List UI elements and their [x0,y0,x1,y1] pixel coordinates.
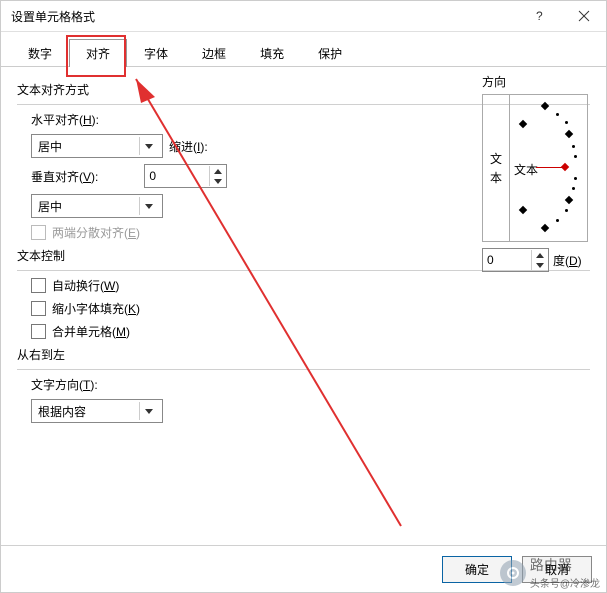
indent-label: 缩进(I): [169,138,208,155]
dial-label: 文本 [514,161,538,178]
close-button[interactable] [562,1,606,31]
indent-input[interactable] [145,166,209,186]
orientation-label: 方向 [482,73,588,90]
vertical-text-button[interactable]: 文 本 [483,95,510,241]
horizontal-align-value: 居中 [38,138,62,155]
dial-mark [565,196,573,204]
tab-alignment[interactable]: 对齐 [69,39,127,67]
titlebar: 设置单元格格式 ? [1,1,606,32]
horizontal-align-label: 水平对齐(H): [31,111,99,128]
dial-mark [519,120,527,128]
section-rtl: 从右到左 [17,346,590,363]
dial-mark [541,102,549,110]
degrees-spinner[interactable] [482,248,549,272]
watermark: 路由器 头条号@冷渗龙 [500,555,600,590]
text-direction-value: 根据内容 [38,403,86,420]
text-direction-label-row: 文字方向(T): [31,376,590,393]
format-cells-dialog: 设置单元格格式 ? 数字 对齐 字体 边框 填充 保护 文本对齐方式 水平对齐(… [0,0,607,593]
window-title: 设置单元格格式 [11,8,95,25]
dial-tick [574,177,577,180]
degrees-input[interactable] [483,250,531,270]
tab-fill[interactable]: 填充 [243,39,301,67]
text-direction-select[interactable]: 根据内容 [31,399,163,423]
shrink-to-fit-checkbox[interactable]: 缩小字体填充(K) [31,300,590,317]
checkbox-icon [31,301,46,316]
vertical-align-label: 垂直对齐(V): [31,168,98,185]
merge-cells-label: 合并单元格(M) [52,323,130,340]
dial-tick [565,209,568,212]
orientation-panel: 方向 文 本 文本 [482,73,588,272]
watermark-icon [500,560,526,586]
text-direction-row: 根据内容 [31,399,590,423]
divider [17,369,590,370]
chevron-down-icon [139,137,158,155]
tab-bar: 数字 对齐 字体 边框 填充 保护 [1,32,606,67]
dial-mark [565,130,573,138]
indent-spinner[interactable] [144,164,227,188]
wrap-text-checkbox[interactable]: 自动换行(W) [31,277,590,294]
justify-distributed-label: 两端分散对齐(E) [52,224,140,241]
dial-mark [541,224,549,232]
orientation-dial[interactable]: 文本 [510,95,587,241]
watermark-line1: 路由器 [530,555,600,575]
help-button[interactable]: ? [518,1,562,31]
horizontal-align-select[interactable]: 居中 [31,134,163,158]
spinner-up-icon[interactable] [532,250,548,260]
degrees-label: 度(D) [553,252,582,269]
tab-font[interactable]: 字体 [127,39,185,67]
tab-protection[interactable]: 保护 [301,39,359,67]
dial-tick [572,187,575,190]
spinner-up-icon[interactable] [210,166,226,176]
vertical-align-value: 居中 [38,198,62,215]
dial-tick [574,155,577,158]
wrap-text-label: 自动换行(W) [52,277,119,294]
watermark-line2: 头条号@冷渗龙 [530,575,600,590]
spinner-down-icon[interactable] [532,260,548,270]
svg-text:?: ? [536,10,543,22]
dial-tick [572,145,575,148]
dial-needle [536,167,564,168]
chevron-down-icon [139,197,158,215]
dialog-footer: 确定 取消 路由器 头条号@冷渗龙 [1,545,606,592]
text-direction-label: 文字方向(T): [31,376,98,393]
chevron-down-icon [139,402,158,420]
orientation-box: 文 本 文本 [482,94,588,242]
spinner-down-icon[interactable] [210,176,226,186]
tab-number[interactable]: 数字 [11,39,69,67]
dial-tick [565,121,568,124]
tab-border[interactable]: 边框 [185,39,243,67]
merge-cells-checkbox[interactable]: 合并单元格(M) [31,323,590,340]
dial-tick [556,219,559,222]
checkbox-icon [31,278,46,293]
dial-tick [556,113,559,116]
window-buttons: ? [518,1,606,31]
vertical-align-select[interactable]: 居中 [31,194,163,218]
shrink-to-fit-label: 缩小字体填充(K) [52,300,140,317]
dial-handle [561,163,569,171]
checkbox-icon [31,324,46,339]
dial-mark [519,206,527,214]
checkbox-icon [31,225,46,240]
degrees-row: 度(D) [482,248,588,272]
